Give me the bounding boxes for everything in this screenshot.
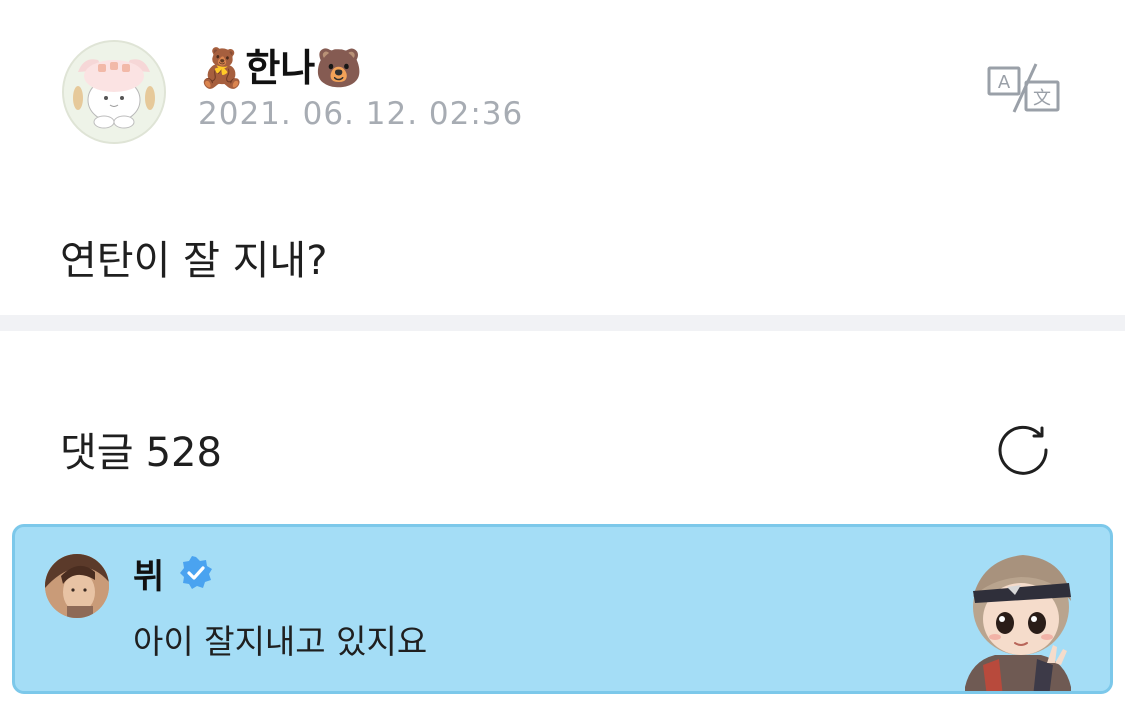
svg-text:A: A [998, 72, 1011, 93]
highlighted-comment[interactable]: 뷔 아이 잘지내고 있지요 [12, 524, 1113, 694]
refresh-icon [998, 425, 1048, 475]
translate-button[interactable]: A 文 [984, 60, 1064, 120]
comment-author[interactable]: 뷔 [133, 549, 214, 597]
cartoon-sticker-icon [943, 537, 1093, 691]
svg-text:文: 文 [1033, 88, 1051, 109]
post-body: 연탄이 잘 지내? [60, 238, 328, 284]
refresh-button[interactable] [994, 418, 1052, 476]
comments-label: 댓글 [60, 430, 134, 476]
author-avatar[interactable] [62, 40, 166, 144]
translate-icon: A 文 [987, 63, 1060, 113]
section-divider [0, 315, 1125, 331]
comments-count: 528 [145, 430, 222, 476]
post: 🧸한나🐻 2021. 06. 12. 02:36 A 文 연탄이 잘 지내? [0, 0, 1125, 315]
comment-author-avatar[interactable] [45, 554, 109, 618]
comment-author-name: 뷔 [133, 556, 165, 597]
post-timestamp: 2021. 06. 12. 02:36 [198, 96, 524, 132]
comment-text: 아이 잘지내고 있지요 [133, 622, 428, 661]
verified-badge-icon [178, 555, 214, 591]
author-name[interactable]: 🧸한나🐻 [198, 36, 363, 92]
comments-header: 댓글 528 [60, 420, 222, 478]
